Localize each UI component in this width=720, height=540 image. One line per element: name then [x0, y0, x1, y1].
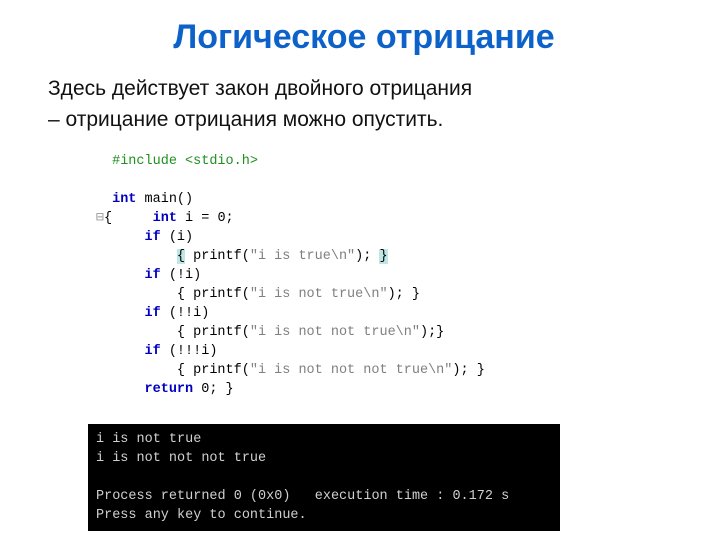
- code-area: #include <stdio.h> int main() ⊟{ int i =…: [88, 146, 560, 531]
- kw-int-2: int: [153, 211, 177, 226]
- kw-if-1: if: [145, 230, 161, 245]
- str-3: "i is not not true\n": [250, 325, 420, 340]
- kw-if-4: if: [145, 344, 161, 359]
- slide: Логическое отрицание Здесь действует зак…: [0, 0, 720, 531]
- printf-3b: );}: [420, 325, 444, 340]
- code-line-1: #include <stdio.h>: [112, 154, 258, 169]
- cond-2: (!i): [161, 268, 202, 283]
- printf-4b: ); }: [452, 363, 484, 378]
- kw-if-2: if: [145, 268, 161, 283]
- printf-1b: );: [355, 249, 379, 264]
- brace-open: {: [104, 211, 112, 226]
- printf-2b: ); }: [388, 287, 420, 302]
- kw-if-3: if: [145, 306, 161, 321]
- console-line-2: i is not not not true: [96, 451, 266, 466]
- console-line-1: i is not true: [96, 432, 201, 447]
- subtitle-line-2: – отрицание отрицания можно опустить.: [48, 106, 680, 133]
- printf-1a: printf(: [185, 249, 250, 264]
- console-pane: i is not true i is not not not true Proc…: [88, 424, 560, 531]
- decl-i: i = 0;: [177, 211, 234, 226]
- str-4: "i is not not not true\n": [250, 363, 453, 378]
- brace-hl-open: {: [177, 249, 185, 264]
- kw-return: return: [145, 382, 194, 397]
- kw-int: int: [112, 192, 136, 207]
- slide-title: Логическое отрицание: [48, 18, 680, 57]
- printf-3a: { printf(: [177, 325, 250, 340]
- printf-2a: { printf(: [177, 287, 250, 302]
- cond-3: (!!i): [161, 306, 210, 321]
- brace-hl-close: }: [379, 249, 387, 264]
- str-1: "i is true\n": [250, 249, 355, 264]
- code-pane: #include <stdio.h> int main() ⊟{ int i =…: [88, 146, 560, 424]
- console-line-4: Process returned 0 (0x0) execution time …: [96, 489, 509, 504]
- printf-4a: { printf(: [177, 363, 250, 378]
- subtitle-line-1: Здесь действует закон двойного отрицания: [48, 75, 680, 102]
- return-tail: 0; }: [193, 382, 234, 397]
- cond-4: (!!!i): [161, 344, 218, 359]
- fn-main: main(): [136, 192, 193, 207]
- console-line-5: Press any key to continue.: [96, 508, 307, 523]
- str-2: "i is not true\n": [250, 287, 388, 302]
- cond-1: (i): [161, 230, 193, 245]
